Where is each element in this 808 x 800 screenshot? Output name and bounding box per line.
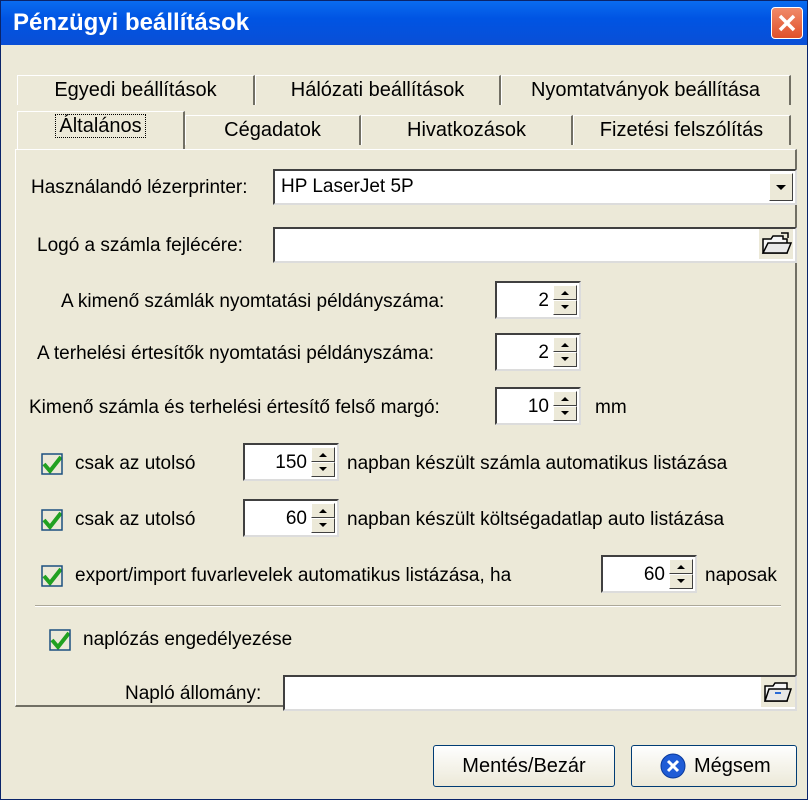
settings-window: Pénzügyi beállítások Egyedi beállítások …	[0, 0, 808, 800]
cost-days-prefix: csak az utolsó	[75, 509, 196, 530]
invoice-days-suffix: napban készült számla automatikus listáz…	[347, 453, 728, 474]
tab-label: Cégadatok	[224, 119, 321, 141]
dropdown-button[interactable]	[769, 173, 793, 201]
spin-up-button[interactable]	[553, 337, 577, 352]
spin-up-button[interactable]	[311, 503, 335, 518]
invoice-days-checkbox[interactable]	[41, 453, 63, 475]
spin-up-button[interactable]	[669, 559, 693, 574]
spin-arrows	[669, 559, 693, 589]
spin-up-button[interactable]	[553, 391, 577, 406]
open-folder-icon	[761, 232, 793, 254]
browse-logo-button[interactable]	[759, 229, 793, 259]
spin-arrows	[553, 337, 577, 367]
tab-halozati[interactable]: Hálózati beállítások	[255, 75, 501, 105]
tab-label: Általános	[55, 114, 146, 138]
logo-label: Logó a számla fejlécére:	[37, 235, 243, 256]
copies-debit-stepper[interactable]: 2	[495, 333, 581, 371]
copies-debit-value: 2	[538, 342, 549, 363]
invoice-days-prefix: csak az utolsó	[75, 453, 196, 474]
spin-arrows	[553, 391, 577, 421]
tab-cegadatok[interactable]: Cégadatok	[185, 115, 361, 145]
logging-label: naplózás engedélyezése	[83, 629, 293, 650]
export-checkbox[interactable]	[41, 565, 63, 587]
cancel-label: Mégsem	[694, 755, 771, 777]
logfile-label: Napló állomány:	[125, 683, 262, 704]
separator	[35, 605, 781, 607]
spin-arrows	[553, 285, 577, 315]
close-icon	[778, 14, 796, 32]
tab-label: Hálózati beállítások	[290, 79, 465, 101]
export-label: export/import fuvarlevelek automatikus l…	[75, 565, 512, 586]
spin-up-button[interactable]	[553, 285, 577, 300]
cancel-button[interactable]: Mégsem	[631, 745, 797, 787]
cost-days-stepper[interactable]: 60	[243, 499, 339, 537]
printer-value: HP LaserJet 5P	[281, 176, 414, 197]
cost-days-value: 60	[285, 508, 307, 529]
spin-arrows	[311, 447, 335, 477]
tab-hivatkozasok[interactable]: Hivatkozások	[361, 115, 573, 145]
tab-fizetesi[interactable]: Fizetési felszólítás	[573, 115, 791, 145]
copies-out-stepper[interactable]: 2	[495, 281, 581, 319]
invoice-days-value: 150	[275, 452, 307, 473]
spin-down-button[interactable]	[553, 406, 577, 421]
copies-debit-label: A terhelési értesítők nyomtatási példány…	[37, 343, 435, 364]
spin-down-button[interactable]	[669, 574, 693, 589]
cancel-x-icon	[660, 753, 686, 779]
export-days-stepper[interactable]: 60	[601, 555, 697, 593]
export-suffix: naposak	[705, 565, 777, 586]
logfile-field[interactable]	[283, 675, 797, 711]
margin-unit: mm	[595, 397, 627, 418]
tab-label: Nyomtatványok beállítása	[530, 79, 760, 101]
margin-value: 10	[527, 396, 549, 417]
tab-altalanos[interactable]: Általános	[17, 111, 185, 149]
copies-out-value: 2	[538, 290, 549, 311]
save-close-button[interactable]: Mentés/Bezár	[433, 745, 615, 787]
cost-days-suffix: napban készült költségadatlap auto listá…	[347, 509, 725, 530]
logging-checkbox[interactable]	[49, 629, 71, 651]
invoice-days-stepper[interactable]: 150	[243, 443, 339, 481]
spin-arrows	[311, 503, 335, 533]
spin-down-button[interactable]	[553, 352, 577, 367]
cost-days-checkbox[interactable]	[41, 509, 63, 531]
title-bar[interactable]: Pénzügyi beállítások	[1, 1, 807, 45]
tab-label: Egyedi beállítások	[54, 79, 217, 101]
browse-logfile-button[interactable]	[761, 677, 795, 707]
logo-field[interactable]	[273, 227, 797, 263]
tab-label: Hivatkozások	[407, 119, 526, 141]
chevron-down-icon	[776, 185, 786, 190]
printer-select[interactable]: HP LaserJet 5P	[273, 169, 797, 205]
window-title: Pénzügyi beállítások	[13, 9, 250, 36]
tab-nyomtatvanyok[interactable]: Nyomtatványok beállítása	[501, 75, 791, 105]
copies-out-label: A kimenő számlák nyomtatási példányszáma…	[61, 291, 445, 312]
margin-stepper[interactable]: 10	[495, 387, 581, 425]
spin-down-button[interactable]	[311, 462, 335, 477]
close-button[interactable]	[771, 7, 803, 39]
printer-label: Használandó lézerprinter:	[31, 177, 248, 198]
spin-up-button[interactable]	[311, 447, 335, 462]
tab-egyedi[interactable]: Egyedi beállítások	[17, 75, 255, 105]
export-days-value: 60	[643, 564, 665, 585]
spin-down-button[interactable]	[553, 300, 577, 315]
margin-label: Kimenő számla és terhelési értesítő fels…	[29, 397, 440, 418]
folder-icon	[763, 682, 793, 702]
tab-label: Fizetési felszólítás	[599, 119, 764, 141]
save-close-label: Mentés/Bezár	[462, 755, 586, 777]
spin-down-button[interactable]	[311, 518, 335, 533]
